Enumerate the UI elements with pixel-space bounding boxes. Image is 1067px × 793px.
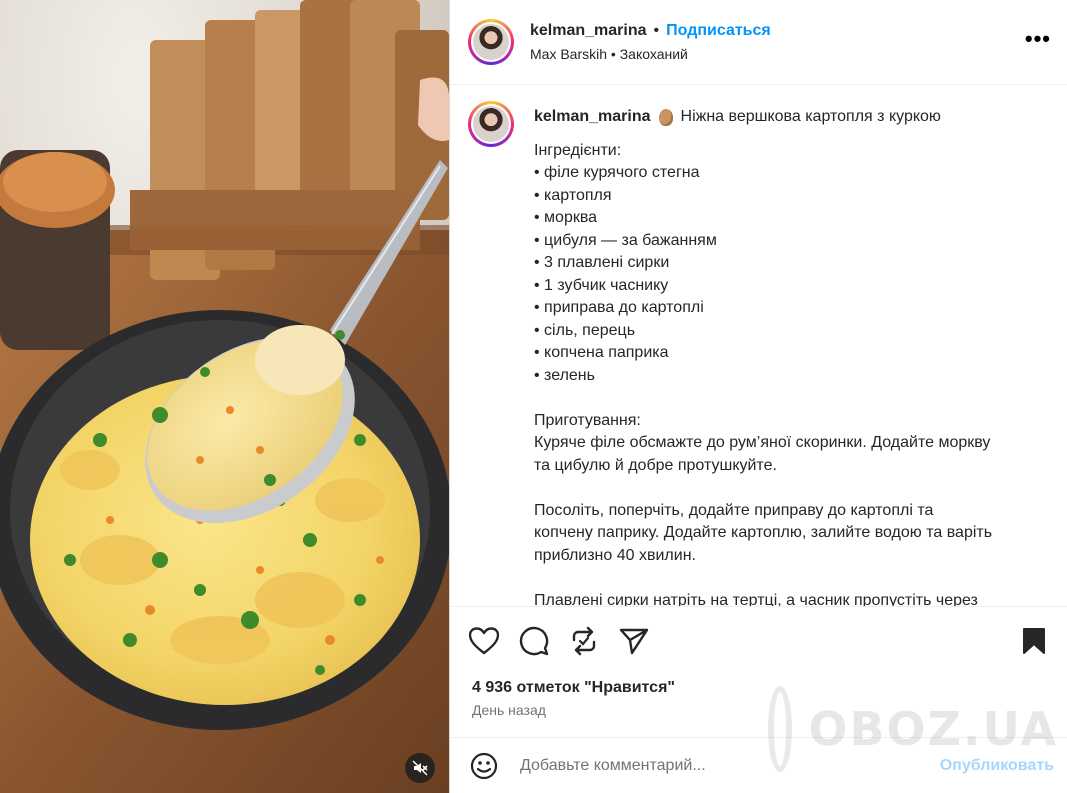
caption-title: Ніжна вершкова картопля з куркою — [680, 108, 941, 125]
audio-track[interactable]: Max Barskih • Закоханий — [530, 46, 771, 62]
potato-icon — [658, 108, 673, 126]
mute-button[interactable] — [405, 753, 435, 783]
more-options-icon[interactable]: ••• — [1025, 26, 1051, 52]
post-video[interactable] — [0, 0, 449, 793]
caption-line: • цибуля — за бажанням — [534, 231, 717, 249]
comment-icon[interactable] — [518, 625, 550, 657]
post-caption: kelman_marina Ніжна вершкова картопля з … — [450, 85, 1067, 606]
caption-line: Приготування: — [534, 411, 641, 429]
caption-line: Посоліть, поперчіть, додайте приправу до… — [534, 501, 934, 519]
caption-line: • приправа до картоплі — [534, 299, 704, 316]
author-avatar[interactable] — [468, 19, 514, 65]
speaker-muted-icon — [412, 760, 428, 776]
caption-line: • копчена паприка — [534, 344, 669, 361]
likes-count[interactable]: 4 936 отметок "Нравится" — [450, 657, 1067, 697]
caption-line: • філе курячого стегна — [534, 164, 700, 181]
caption-avatar[interactable] — [468, 101, 514, 147]
caption-line — [534, 567, 992, 590]
caption-line: копчену паприку. Додайте картоплю, залий… — [534, 524, 993, 541]
author-username[interactable]: kelman_marina — [530, 22, 647, 40]
caption-line: • 3 плавлені сирки — [534, 254, 670, 271]
post-time: День назад — [472, 702, 546, 718]
post-dialog: kelman_marina • Подписаться Max Barskih … — [0, 0, 1067, 793]
caption-line — [534, 477, 992, 500]
caption-line: • картопля — [534, 186, 612, 204]
caption-line: • сіль, перець — [534, 321, 636, 339]
send-icon[interactable] — [618, 625, 650, 657]
publish-button[interactable]: Опубликовать — [940, 757, 1054, 775]
repost-icon[interactable] — [568, 625, 600, 657]
caption-line: та цибулю й добре протушкуйте. — [534, 456, 777, 474]
comment-input[interactable] — [520, 756, 940, 775]
post-header: kelman_marina • Подписаться Max Barskih … — [450, 0, 1067, 85]
emoji-icon[interactable] — [468, 750, 500, 782]
separator-dot: • — [653, 22, 660, 39]
caption-line: • зелень — [534, 366, 595, 384]
caption-line: Плавлені сирки натріть на тертці, а часн… — [534, 591, 978, 607]
caption-text: Інгредієнти: • філе курячого стегна • карт… — [534, 140, 992, 607]
caption-username[interactable]: kelman_marina — [534, 106, 651, 129]
food-photo — [0, 0, 449, 793]
comment-bar: Опубликовать — [450, 737, 1067, 793]
caption-line: • 1 зубчик часнику — [534, 276, 669, 294]
post-sidebar: kelman_marina • Подписаться Max Barskih … — [449, 0, 1067, 793]
bookmark-icon[interactable] — [1018, 625, 1050, 657]
post-actions: 4 936 отметок "Нравится" День назад — [450, 606, 1067, 737]
caption-line: Куряче філе обсмажте до рум’яної скоринк… — [534, 434, 991, 451]
caption-line: приблизно 40 хвилин. — [534, 546, 696, 564]
caption-line: Інгредієнти: — [534, 141, 622, 159]
caption-line — [534, 387, 992, 410]
caption-line: • морква — [534, 209, 598, 226]
heart-icon[interactable] — [468, 625, 500, 657]
follow-button[interactable]: Подписаться — [666, 22, 771, 40]
